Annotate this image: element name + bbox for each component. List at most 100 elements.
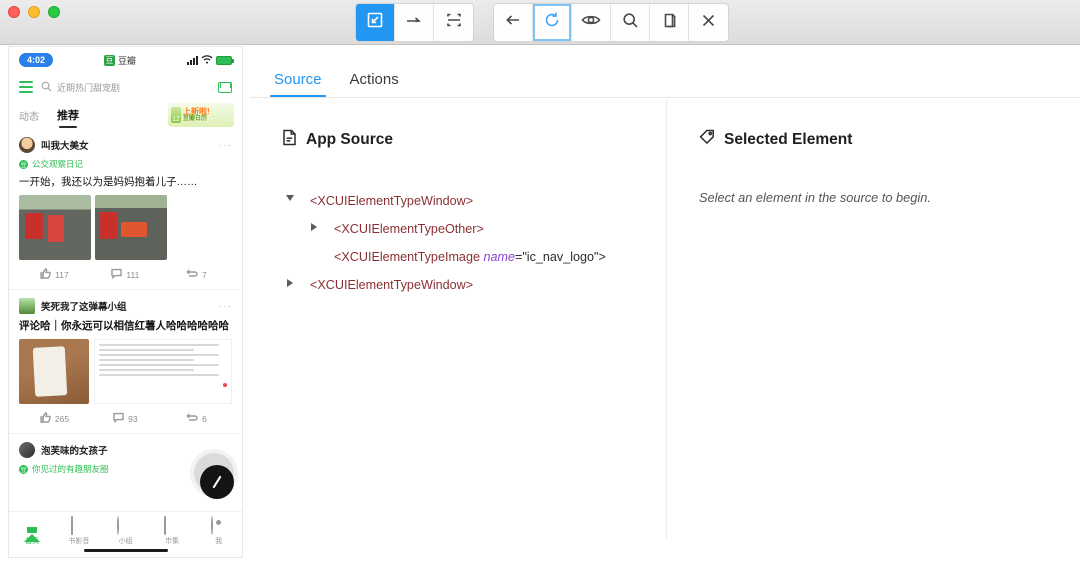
select-element-button[interactable] bbox=[356, 4, 395, 41]
post-image[interactable] bbox=[19, 195, 91, 261]
post-header: 叫我大美女 ··· bbox=[19, 137, 232, 153]
nav-item-market[interactable]: 市集 bbox=[149, 516, 196, 546]
tree-node-attr-name: name bbox=[483, 250, 515, 264]
status-bar-indicators bbox=[187, 54, 234, 66]
post-image[interactable] bbox=[19, 339, 89, 405]
post-text-screenshot[interactable] bbox=[94, 339, 232, 405]
selected-element-empty-message: Select an element in the source to begin… bbox=[699, 190, 931, 205]
post-author: 叫我大美女 bbox=[41, 141, 89, 152]
tree-node-tag: <XCUIElementTypeImage name="ic_nav_logo"… bbox=[334, 250, 606, 264]
tree-node[interactable]: <XCUIElementTypeImage name="ic_nav_logo"… bbox=[282, 247, 638, 275]
nav-item-groups[interactable]: 小组 bbox=[102, 516, 149, 546]
search-input[interactable]: 近期热门甜宠剧 bbox=[41, 81, 210, 94]
tree-node[interactable]: <XCUIElementTypeWindow> bbox=[282, 275, 638, 303]
tree-node[interactable]: <XCUIElementTypeOther> bbox=[282, 219, 638, 247]
nav-label: 书影音 bbox=[68, 538, 90, 545]
promo-banner[interactable]: 12 上新啦! 豆瓣日历 bbox=[168, 103, 234, 127]
thumbs-up-icon bbox=[40, 268, 52, 281]
nav-item-media[interactable]: 书影音 bbox=[56, 516, 103, 546]
comment-count: 111 bbox=[126, 269, 140, 280]
post-group-name: 你见过的有趣朋友圈 bbox=[32, 464, 109, 475]
chevron-right-icon[interactable] bbox=[306, 219, 322, 231]
feed-post[interactable]: 笑死我了这弹幕小组 ··· 评论哈｜你永远可以相信红薯人哈哈哈哈哈哈 265 9 bbox=[9, 290, 242, 433]
refresh-icon bbox=[543, 11, 561, 34]
menu-icon[interactable] bbox=[19, 81, 33, 93]
like-stat[interactable]: 117 bbox=[19, 268, 90, 281]
pencil-icon[interactable] bbox=[200, 465, 234, 499]
inspect-button[interactable] bbox=[572, 4, 611, 41]
chevron-right-icon[interactable] bbox=[282, 275, 298, 287]
post-author: 笑死我了这弹幕小组 bbox=[41, 302, 127, 314]
minimize-window-button[interactable] bbox=[28, 6, 40, 18]
avatar[interactable] bbox=[19, 137, 35, 153]
tag-icon bbox=[699, 129, 715, 150]
nav-label: 我 bbox=[215, 538, 223, 545]
nav-item-me[interactable]: 我 bbox=[195, 516, 242, 546]
device-tab-tuijian[interactable]: 推荐 bbox=[57, 107, 79, 128]
arrow-left-icon bbox=[504, 12, 522, 33]
post-more-icon[interactable]: ··· bbox=[219, 301, 232, 312]
tab-source[interactable]: Source bbox=[260, 72, 336, 97]
nav-label: 小组 bbox=[118, 538, 133, 545]
post-stats: 117 111 7 bbox=[19, 268, 232, 289]
toolbar-left-group bbox=[355, 3, 474, 42]
copy-button[interactable] bbox=[650, 4, 689, 41]
post-image[interactable] bbox=[95, 195, 167, 261]
like-count: 117 bbox=[55, 269, 69, 280]
thumbs-up-icon bbox=[40, 412, 51, 425]
document-icon bbox=[282, 129, 297, 151]
refresh-button[interactable] bbox=[533, 4, 572, 41]
chevron-down-icon[interactable] bbox=[282, 191, 298, 201]
device-search-row: 近期热门甜宠剧 bbox=[9, 73, 242, 101]
post-images[interactable] bbox=[19, 339, 232, 405]
eye-icon bbox=[581, 13, 601, 32]
app-source-panel: App Source <XCUIElementTypeWindow> <XCUI… bbox=[250, 99, 667, 539]
repost-icon bbox=[186, 268, 198, 281]
repost-stat[interactable]: 7 bbox=[161, 268, 232, 281]
post-images[interactable] bbox=[19, 195, 232, 261]
nav-item-home[interactable]: 首页 bbox=[9, 517, 56, 546]
close-window-button[interactable] bbox=[8, 6, 20, 18]
appium-inspector-window: Source Actions App Source <XCUIElementTy… bbox=[0, 0, 1080, 565]
device-tab-dongtai[interactable]: 动态 bbox=[19, 108, 39, 123]
feed-post[interactable]: 叫我大美女 ··· 豆 公交观察日记 一开始，我还以为是妈妈抱着儿子…… 117 bbox=[9, 129, 242, 289]
maximize-window-button[interactable] bbox=[48, 6, 60, 18]
status-bar-time: 4:02 bbox=[19, 53, 54, 67]
close-x-icon bbox=[701, 13, 716, 33]
avatar[interactable] bbox=[19, 298, 35, 315]
app-source-title: App Source bbox=[306, 131, 393, 148]
promo-subline: 豆瓣日历 bbox=[183, 116, 208, 123]
back-button[interactable] bbox=[494, 4, 533, 41]
post-more-icon[interactable]: ··· bbox=[219, 140, 232, 151]
tap-by-coordinates-button[interactable] bbox=[434, 4, 473, 41]
tree-node-attr-value: ="ic_nav_logo"> bbox=[514, 250, 606, 264]
post-group-row[interactable]: 豆 公交观察日记 bbox=[19, 158, 232, 170]
device-nav-tabs: 动态 推荐 12 上新啦! 豆瓣日历 bbox=[9, 101, 242, 129]
post-group-name: 公交观察日记 bbox=[32, 159, 84, 169]
cellular-signal-icon bbox=[187, 55, 198, 65]
books-media-icon bbox=[70, 516, 87, 535]
copy-icon bbox=[661, 12, 677, 34]
mail-icon[interactable] bbox=[218, 81, 232, 93]
post-author: 泡芙味的女孩子 bbox=[41, 446, 108, 458]
compose-fab[interactable] bbox=[190, 449, 238, 499]
swipe-button[interactable] bbox=[395, 4, 434, 41]
avatar[interactable] bbox=[19, 442, 35, 459]
search-button[interactable] bbox=[611, 4, 650, 41]
like-count: 265 bbox=[54, 413, 70, 424]
promo-number: 12 bbox=[171, 107, 181, 123]
search-icon bbox=[41, 81, 52, 94]
comment-stat[interactable]: 93 bbox=[90, 412, 161, 425]
toolbar-right-group bbox=[493, 3, 729, 42]
repost-stat[interactable]: 6 bbox=[161, 412, 232, 425]
comment-stat[interactable]: 111 bbox=[90, 268, 161, 281]
close-session-button[interactable] bbox=[689, 4, 728, 41]
market-icon bbox=[164, 516, 180, 535]
like-stat[interactable]: 265 bbox=[19, 412, 90, 425]
device-screenshot[interactable]: 4:02 豆 豆瓣 近期热门甜宠剧 动态 推荐 12 上新啦! 豆瓣日历 叫我大… bbox=[8, 46, 243, 558]
search-placeholder: 近期热门甜宠剧 bbox=[57, 82, 121, 93]
tab-actions[interactable]: Actions bbox=[336, 72, 413, 97]
tree-node[interactable]: <XCUIElementTypeWindow> bbox=[282, 191, 638, 219]
comment-icon bbox=[111, 268, 123, 281]
groups-icon bbox=[117, 516, 133, 535]
